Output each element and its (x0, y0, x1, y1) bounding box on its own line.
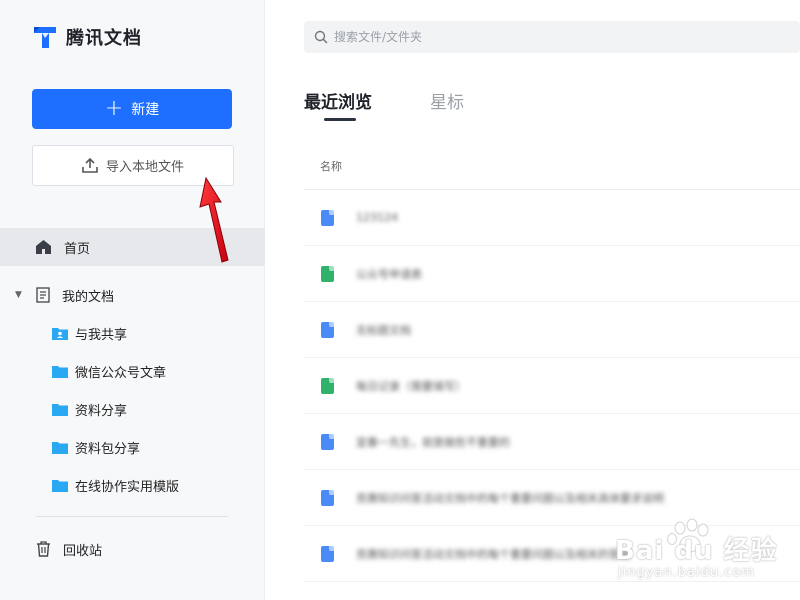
sidebar-folder-templates[interactable]: 在线协作实用模版 (52, 474, 179, 496)
caret-down-icon[interactable]: ▼ (15, 290, 25, 300)
folder-icon (52, 366, 68, 378)
search-icon (314, 30, 328, 44)
folder-icon (52, 404, 68, 416)
file-name: 宜春一先生，就是做些不重要的 (356, 435, 510, 449)
sidebar-item-trash-label: 回收站 (63, 543, 103, 559)
doc-file-icon (321, 489, 334, 506)
sidebar-folder-wechat[interactable]: 微信公众号文章 (52, 360, 166, 382)
sidebar-divider (36, 516, 228, 517)
file-name: 竞赛知识问答活动文档中的每个重要问题以及相关的答案 (356, 547, 631, 561)
sheet-file-icon (321, 377, 334, 394)
table-row[interactable]: 每日记录（需要填写） (304, 358, 800, 414)
doc-file-icon (321, 433, 334, 450)
new-button-label: 新建 (131, 102, 160, 118)
file-name: 123124 (356, 211, 398, 224)
sidebar-folder-resource-pack[interactable]: 资料包分享 (52, 436, 140, 458)
table-row[interactable]: 宜春一先生，就是做些不重要的 (304, 414, 800, 470)
doc-file-icon (321, 209, 334, 226)
file-name: 无标题文档 (356, 323, 411, 337)
folder-label: 资料包分享 (75, 441, 141, 457)
folder-label: 与我共享 (75, 327, 128, 343)
sidebar-item-my-docs[interactable]: ▼ 我的文档 (0, 282, 265, 308)
trash-icon (37, 541, 50, 557)
tab-recent[interactable]: 最近浏览 (304, 88, 372, 113)
tencent-docs-logo-icon (34, 27, 56, 48)
doc-file-icon (321, 545, 334, 562)
sheet-file-icon (321, 265, 334, 282)
import-button-label: 导入本地文件 (105, 160, 184, 175)
column-header-name[interactable]: 名称 (320, 158, 342, 174)
watermark-text: Bai du 经验 (615, 536, 778, 566)
app-logo-text: 腾讯文档 (66, 28, 142, 49)
sidebar-item-trash[interactable]: 回收站 (36, 538, 102, 560)
search-bar[interactable] (304, 21, 800, 53)
search-input[interactable] (334, 30, 734, 44)
sidebar-folder-shared[interactable]: 与我共享 (52, 322, 127, 344)
folder-icon (52, 442, 68, 454)
upload-icon (82, 158, 98, 173)
file-name: 公众号申请表 (356, 267, 422, 281)
folder-label: 微信公众号文章 (75, 365, 167, 381)
tab-bar: 最近浏览 星标 (304, 88, 464, 113)
table-row[interactable]: 123124 (304, 190, 800, 246)
new-button[interactable]: + 新建 (32, 89, 232, 129)
sidebar-folder-resources[interactable]: 资料分享 (52, 398, 127, 420)
home-icon (36, 240, 51, 254)
active-tab-indicator (324, 118, 356, 121)
file-name: 每日记录（需要填写） (356, 379, 466, 393)
document-icon (36, 287, 50, 303)
folder-label: 资料分享 (75, 403, 128, 419)
shared-folder-icon (52, 328, 68, 340)
sidebar: 腾讯文档 + 新建 导入本地文件 首页 ▼ 我的文档 与我共享 微信公众号文章 … (0, 0, 265, 600)
app-logo[interactable]: 腾讯文档 (32, 24, 142, 50)
table-row[interactable]: 公众号申请表 (304, 246, 800, 302)
file-name: 竞赛知识问答活动文档中的每个重要问题以及相关具体要求说明 (356, 491, 664, 505)
folder-label: 在线协作实用模版 (75, 479, 180, 495)
doc-file-icon (321, 321, 334, 338)
annotation-arrow-icon (199, 176, 229, 263)
folder-icon (52, 480, 68, 492)
tab-starred[interactable]: 星标 (430, 88, 464, 113)
watermark-url: jingyan.baidu.com (618, 565, 755, 580)
table-row[interactable]: 无标题文档 (304, 302, 800, 358)
sidebar-item-my-docs-label: 我的文档 (62, 289, 115, 305)
plus-icon: + (104, 96, 124, 121)
sidebar-item-home-label: 首页 (64, 241, 91, 257)
